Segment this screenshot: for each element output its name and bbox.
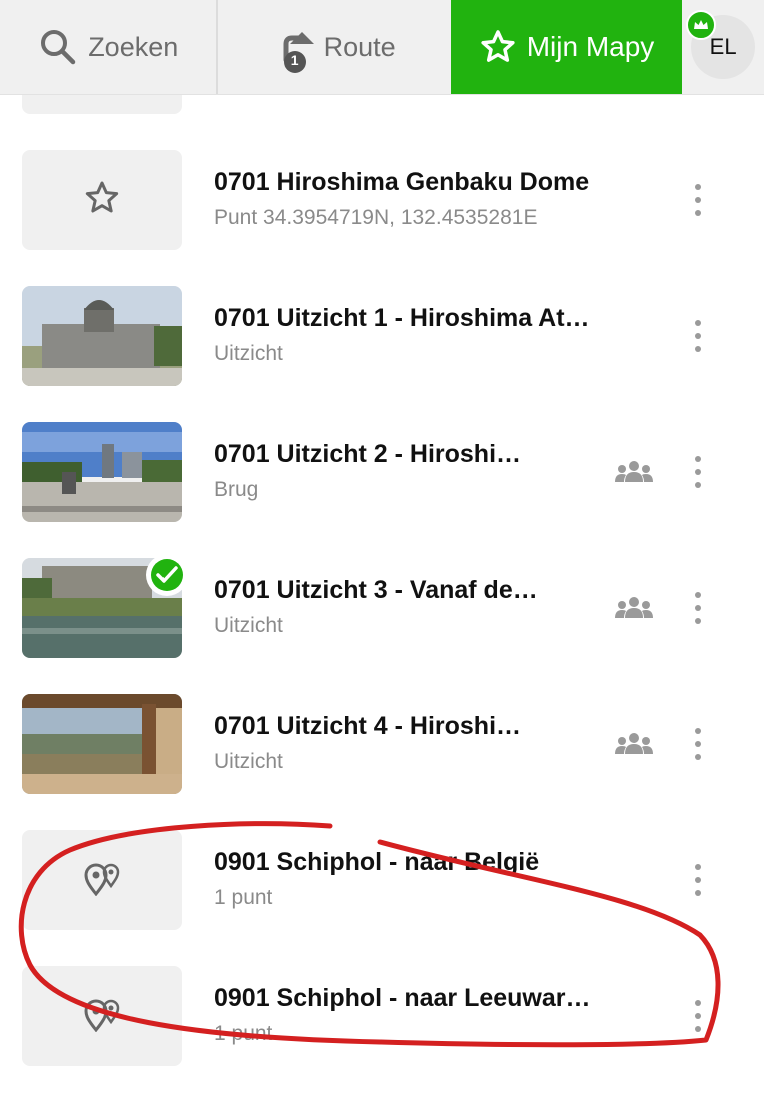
tab-my-mapy[interactable]: Mijn Mapy xyxy=(450,0,683,94)
photo-bridge-park xyxy=(22,422,182,522)
photo-terrace-city xyxy=(22,694,182,794)
list-item[interactable]: 0901 Schiphol - naar Leeuwar… 1 punt xyxy=(0,966,764,1102)
multi-pin-icon xyxy=(82,996,122,1037)
visited-check-icon xyxy=(146,554,188,596)
tab-route-label: Route xyxy=(323,31,396,62)
item-title: 0701 Uitzicht 3 - Vanaf de… xyxy=(214,576,538,604)
more-options-icon[interactable] xyxy=(686,864,710,896)
item-subtitle: Uitzicht xyxy=(214,614,283,637)
item-thumbnail xyxy=(22,830,182,930)
list-item[interactable]: 0701 Uitzicht 2 - Hiroshi… Brug xyxy=(0,422,764,558)
top-navigation-bar: Zoeken 1 Route Mijn Mapy EL xyxy=(0,0,764,95)
list-item[interactable]: 0701 Uitzicht 3 - Vanaf de… Uitzicht xyxy=(0,554,764,694)
item-title: 0901 Schiphol - naar België xyxy=(214,848,540,876)
tab-search[interactable]: Zoeken xyxy=(0,0,216,94)
item-subtitle: 1 punt xyxy=(214,1022,273,1045)
item-title: 0701 Uitzicht 2 - Hiroshi… xyxy=(214,440,522,468)
more-options-icon[interactable] xyxy=(686,320,710,352)
item-photo-thumbnail xyxy=(22,422,182,522)
list-item[interactable]: 0701 Uitzicht 1 - Hiroshima At… Uitzicht xyxy=(0,286,764,422)
route-badge: 1 xyxy=(290,52,299,68)
item-title: 0701 Hiroshima Genbaku Dome xyxy=(214,168,590,196)
item-subtitle: Uitzicht xyxy=(214,342,283,365)
more-options-icon[interactable] xyxy=(686,592,710,624)
previous-item-thumbnail-partial xyxy=(22,94,182,114)
item-subtitle: Uitzicht xyxy=(214,750,283,773)
item-photo-thumbnail xyxy=(22,694,182,794)
item-photo-thumbnail xyxy=(22,286,182,386)
item-subtitle: Brug xyxy=(214,478,259,501)
list-item[interactable]: 0701 Hiroshima Genbaku Dome Punt 34.3954… xyxy=(0,150,764,286)
star-outline-icon xyxy=(479,28,517,66)
item-title: 0701 Uitzicht 4 - Hiroshi… xyxy=(214,712,522,740)
star-outline-icon xyxy=(82,178,122,223)
tab-my-mapy-label: Mijn Mapy xyxy=(526,31,655,62)
more-options-icon[interactable] xyxy=(686,1000,710,1032)
item-thumbnail xyxy=(22,966,182,1066)
route-turn-icon: 1 xyxy=(274,20,314,74)
item-title: 0701 Uitzicht 1 - Hiroshima At… xyxy=(214,304,590,332)
item-subtitle: Punt 34.3954719N, 132.4535281E xyxy=(214,206,538,229)
search-icon xyxy=(38,27,78,67)
item-thumbnail xyxy=(22,150,182,250)
item-subtitle: 1 punt xyxy=(214,886,273,909)
user-menu[interactable]: EL xyxy=(682,0,764,94)
list-item[interactable]: 0701 Uitzicht 4 - Hiroshi… Uitzicht xyxy=(0,694,764,830)
more-options-icon[interactable] xyxy=(686,456,710,488)
item-title: 0901 Schiphol - naar Leeuwar… xyxy=(214,984,591,1012)
tab-route[interactable]: 1 Route xyxy=(216,0,450,94)
shared-group-icon xyxy=(614,596,654,620)
shared-group-icon xyxy=(614,732,654,756)
shared-group-icon xyxy=(614,460,654,484)
more-options-icon[interactable] xyxy=(686,184,710,216)
tab-search-label: Zoeken xyxy=(88,31,179,62)
more-options-icon[interactable] xyxy=(686,728,710,760)
list-item[interactable]: 0901 Schiphol - naar België 1 punt xyxy=(0,830,764,966)
multi-pin-icon xyxy=(82,860,122,901)
my-mapy-list: 0701 Hiroshima Genbaku Dome Punt 34.3954… xyxy=(0,150,764,1102)
photo-dome-ruins xyxy=(22,286,182,386)
